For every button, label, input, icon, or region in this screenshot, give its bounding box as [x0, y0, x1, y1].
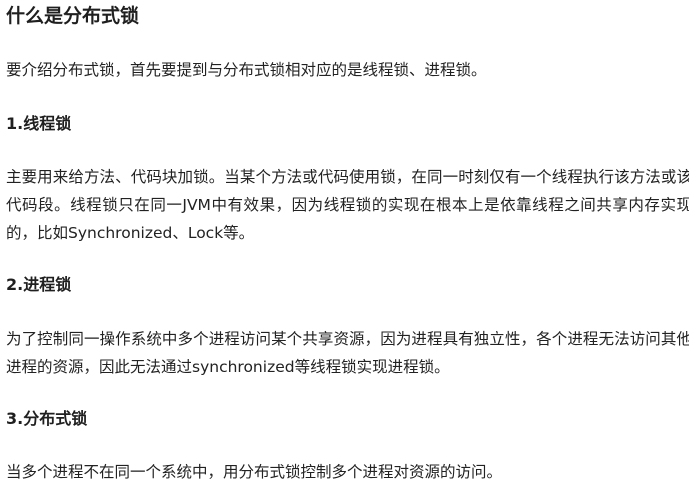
section-body-distributed-lock: 当多个进程不在同一个系统中，用分布式锁控制多个进程对资源的访问。 [6, 463, 503, 481]
section-body-process-lock: 为了控制同一操作系统中多个进程访问某个共享资源，因为进程具有独立性，各个进程无法… [6, 330, 689, 376]
intro-paragraph: 要介绍分布式锁，首先要提到与分布式锁相对应的是线程锁、进程锁。 [6, 61, 487, 79]
section-heading-process-lock: 2.进程锁 [6, 275, 72, 294]
article-title: 什么是分布式锁 [6, 5, 140, 27]
section-body-thread-lock: 主要用来给方法、代码块加锁。当某个方法或代码使用锁，在同一时刻仅有一个线程执行该… [6, 168, 689, 242]
section-heading-thread-lock: 1.线程锁 [6, 114, 72, 133]
article: 什么是分布式锁 要介绍分布式锁，首先要提到与分布式锁相对应的是线程锁、进程锁。 … [0, 0, 689, 486]
section-heading-distributed-lock: 3.分布式锁 [6, 409, 88, 428]
